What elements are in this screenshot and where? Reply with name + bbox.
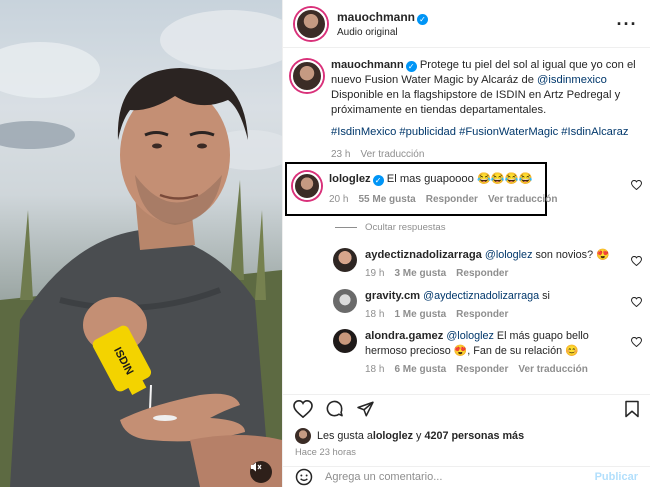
post-timestamp[interactable]: Hace 23 horas [295, 446, 356, 457]
comment-icon[interactable] [325, 399, 344, 418]
emoji-icon[interactable] [295, 468, 313, 486]
bookmark-icon[interactable] [624, 400, 640, 418]
reply-time: 18 h [365, 309, 385, 320]
comment-reply-link[interactable]: Responder [426, 194, 478, 205]
comment-author-username[interactable]: lologlez [329, 173, 371, 185]
reply-text: son novios? 😍 [532, 249, 610, 261]
caption-hashtags[interactable]: #IsdinMexico #publicidad #FusionWaterMag… [331, 125, 636, 140]
likes-prefix: Les gusta a [317, 430, 373, 442]
reply-mention[interactable]: @lologlez [446, 330, 494, 342]
caption-text-2: Disponible en la flagshipstore de ISDIN … [331, 89, 621, 116]
comment-body: lologlez ✓ El mas guapoooo 😂😂😂😂 20 h 55 Me… [329, 172, 636, 207]
author-avatar[interactable] [295, 7, 327, 40]
caption-time: 23 h [331, 149, 351, 160]
share-icon[interactable] [356, 400, 375, 418]
comment-likes[interactable]: 55 Me gusta [358, 194, 415, 205]
reply-body: alondra.gamez @lologlez El más guapo bel… [365, 329, 636, 377]
heart-icon[interactable] [293, 399, 313, 418]
likes-middle: y [413, 430, 425, 442]
instagram-post-window: ISDIN mauochmann ✓ Audio original ··· ma… [0, 0, 650, 487]
verified-badge-icon: ✓ [405, 61, 417, 72]
comment-like-heart-icon[interactable] [631, 180, 642, 190]
reply-author-username[interactable]: gravity.cm [365, 290, 420, 302]
liker-avatar[interactable] [295, 428, 311, 444]
reply-item: gravity.cm @aydectiznadolizarraga si 18 … [283, 289, 650, 322]
reply-reply-link[interactable]: Responder [456, 309, 508, 320]
reply-body: gravity.cm @aydectiznadolizarraga si 18 … [365, 289, 636, 322]
reply-avatar[interactable] [333, 289, 357, 313]
likes-user[interactable]: lologlez [373, 430, 413, 442]
post-actions-bar [283, 394, 650, 422]
reply-meta: 18 h 1 Me gusta Responder [365, 307, 636, 322]
video-frame-illustration: ISDIN [0, 10, 282, 487]
post-details-panel: mauochmann ✓ Audio original ··· mauochman… [282, 0, 650, 487]
verified-badge-icon: ✓ [372, 175, 384, 186]
caption-author-avatar[interactable] [291, 60, 323, 92]
comment-text: El mas guapoooo 😂😂😂😂 [386, 173, 533, 185]
comment-translate-link[interactable]: Ver traducción [488, 194, 557, 205]
caption-see-translation[interactable]: Ver traducción [360, 149, 424, 160]
comment-time: 20 h [329, 194, 349, 205]
likes-count[interactable]: 4207 personas más [424, 430, 524, 442]
hide-replies-label[interactable]: Ocultar respuestas [365, 222, 446, 233]
reply-translate-link[interactable]: Ver traducción [518, 364, 587, 375]
reply-mention[interactable]: @lologlez [485, 249, 533, 261]
publish-button[interactable]: Publicar [595, 471, 638, 483]
author-username[interactable]: mauochmann [337, 10, 415, 24]
reply-likes[interactable]: 6 Me gusta [394, 364, 446, 375]
post-caption: mauochmann ✓ Protege tu piel del sol al i… [283, 48, 650, 162]
mute-icon[interactable] [250, 461, 272, 483]
reply-likes[interactable]: 1 Me gusta [394, 309, 446, 320]
comment-author-avatar[interactable] [293, 172, 321, 200]
post-video[interactable]: ISDIN [0, 0, 282, 487]
reply-reply-link[interactable]: Responder [456, 364, 508, 375]
audio-label[interactable]: Audio original [337, 27, 616, 38]
comment-input[interactable] [325, 471, 595, 483]
caption-mention[interactable]: @isdinmexico [537, 74, 607, 86]
more-options-icon[interactable]: ··· [616, 15, 638, 33]
reply-body: aydectiznadolizarraga @lologlez son novi… [365, 248, 636, 281]
reply-meta: 19 h 3 Me gusta Responder [365, 266, 636, 281]
reply-like-heart-icon[interactable] [631, 297, 642, 307]
reply-author-username[interactable]: alondra.gamez [365, 330, 443, 342]
replies-divider [335, 227, 357, 228]
reply-item: alondra.gamez @lologlez El más guapo bel… [283, 329, 650, 377]
reply-item: aydectiznadolizarraga @lologlez son novi… [283, 248, 650, 281]
reply-meta: 18 h 6 Me gusta Responder Ver traducción [365, 362, 612, 377]
reply-likes[interactable]: 3 Me gusta [394, 268, 446, 279]
reply-text: si [539, 290, 550, 302]
author-info: mauochmann ✓ Audio original [337, 10, 616, 38]
comment-meta: 20 h 55 Me gusta Responder Ver traducción [329, 192, 636, 207]
caption-author-username[interactable]: mauochmann [331, 59, 404, 71]
reply-like-heart-icon[interactable] [631, 256, 642, 266]
reply-like-heart-icon[interactable] [631, 337, 642, 347]
caption-body: mauochmann ✓ Protege tu piel del sol al i… [331, 58, 636, 162]
reply-author-username[interactable]: aydectiznadolizarraga [365, 249, 482, 261]
reply-time: 19 h [365, 268, 385, 279]
reply-reply-link[interactable]: Responder [456, 268, 508, 279]
comment-item: lologlez ✓ El mas guapoooo 😂😂😂😂 20 h 55 Me… [283, 172, 650, 207]
verified-badge-icon: ✓ [417, 13, 429, 25]
reply-time: 18 h [365, 364, 385, 375]
post-header: mauochmann ✓ Audio original ··· [283, 0, 650, 48]
comments-scroll-area[interactable]: mauochmann ✓ Protege tu piel del sol al i… [283, 48, 650, 394]
reply-avatar[interactable] [333, 248, 357, 272]
reply-mention[interactable]: @aydectiznadolizarraga [423, 290, 539, 302]
comment-composer: Publicar [283, 466, 650, 487]
hide-replies-toggle[interactable]: Ocultar respuestas [335, 222, 446, 233]
reply-avatar[interactable] [333, 329, 357, 353]
caption-meta: 23 h Ver traducción [331, 147, 636, 162]
likes-summary: Les gusta a lologlez y 4207 personas más [295, 428, 524, 444]
